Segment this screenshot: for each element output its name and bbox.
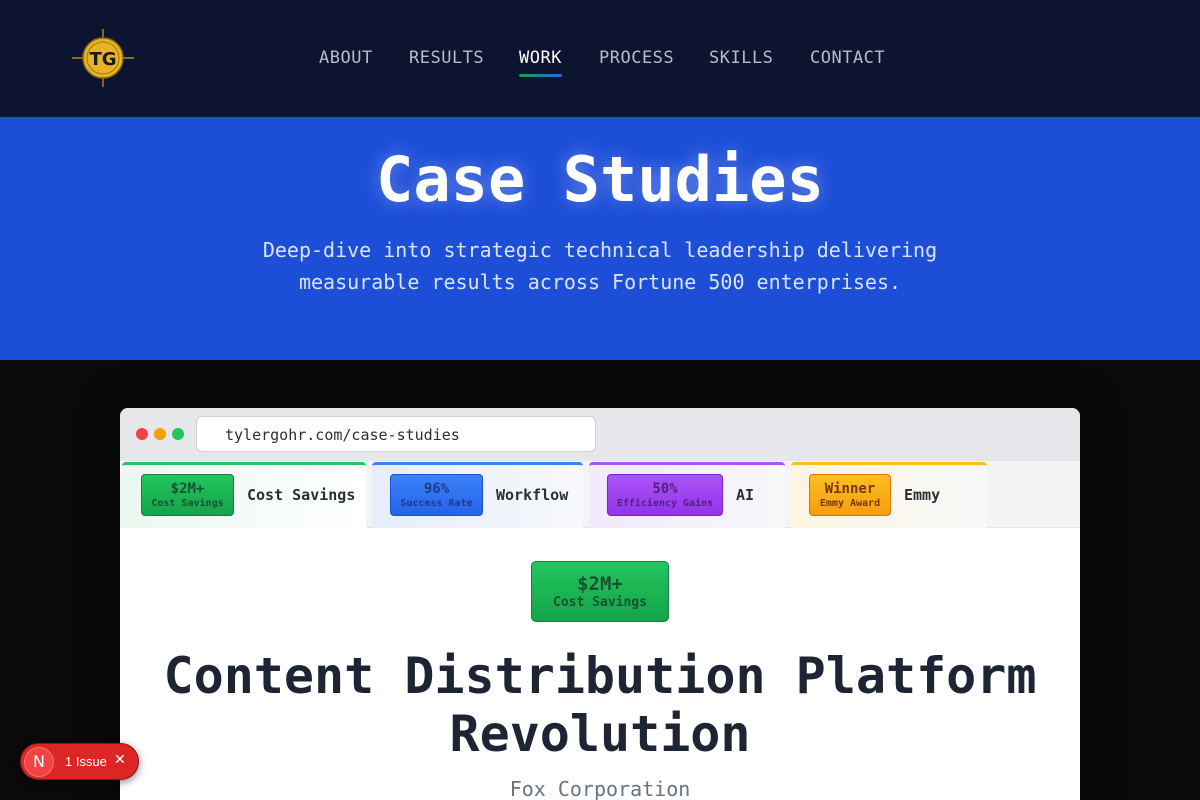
close-icon[interactable]: ✕ (114, 752, 126, 768)
cost-savings-badge: $2M+ Cost Savings (531, 561, 669, 622)
minimize-dot-icon (154, 428, 166, 440)
maximize-dot-icon (172, 428, 184, 440)
company-name: Fox Corporation (509, 777, 691, 800)
nav-process[interactable]: PROCESS (599, 48, 674, 68)
nav-contact[interactable]: CONTACT (810, 48, 885, 68)
tab-badge: 96% Success Rate (390, 474, 483, 516)
nav-skills[interactable]: SKILLS (709, 48, 773, 68)
hero-subtitle: Deep-dive into strategic technical leade… (262, 238, 938, 294)
tab-badge: Winner Emmy Award (809, 474, 891, 516)
tab-emmy[interactable]: Winner Emmy Award Emmy (791, 462, 987, 528)
case-study-content: $2M+ Cost Savings Content Distribution P… (120, 529, 1080, 800)
tab-cost-savings[interactable]: $2M+ Cost Savings Cost Savings (122, 462, 366, 528)
tab-label: Cost Savings (247, 486, 356, 504)
page-title: Case Studies (376, 143, 824, 216)
tab-label: Emmy (904, 486, 941, 504)
next-logo-icon: N (24, 747, 54, 777)
nav-results[interactable]: RESULTS (409, 48, 484, 68)
main-nav: ABOUT RESULTS WORK PROCESS SKILLS CONTAC… (0, 0, 1200, 117)
tab-workflow[interactable]: 96% Success Rate Workflow (372, 462, 583, 528)
hero-section: Case Studies Deep-dive into strategic te… (0, 117, 1200, 360)
tab-badge: 50% Efficiency Gains (607, 474, 723, 516)
tab-label: Workflow (496, 486, 569, 504)
case-study-title: Content Distribution Platform Revolution (163, 647, 1037, 763)
issue-count[interactable]: 1 Issue (65, 754, 107, 769)
nav-about[interactable]: ABOUT (319, 48, 373, 68)
tab-badge: $2M+ Cost Savings (141, 474, 234, 516)
nav-work[interactable]: WORK (519, 48, 562, 77)
tab-ai[interactable]: 50% Efficiency Gains AI (589, 462, 785, 528)
site-header: TG ABOUT RESULTS WORK PROCESS SKILLS CON… (0, 0, 1200, 117)
browser-mockup: tylergohr.com/case-studies $2M+ Cost Sav… (120, 408, 1080, 800)
close-dot-icon (136, 428, 148, 440)
active-nav-indicator (519, 74, 562, 77)
url-bar: tylergohr.com/case-studies (196, 416, 596, 452)
browser-chrome: tylergohr.com/case-studies (120, 408, 1080, 461)
issues-indicator[interactable]: N 1 Issue ✕ (20, 743, 139, 780)
tab-label: AI (736, 486, 755, 504)
case-study-tabs: $2M+ Cost Savings Cost Savings 96% Succe… (120, 461, 1080, 528)
